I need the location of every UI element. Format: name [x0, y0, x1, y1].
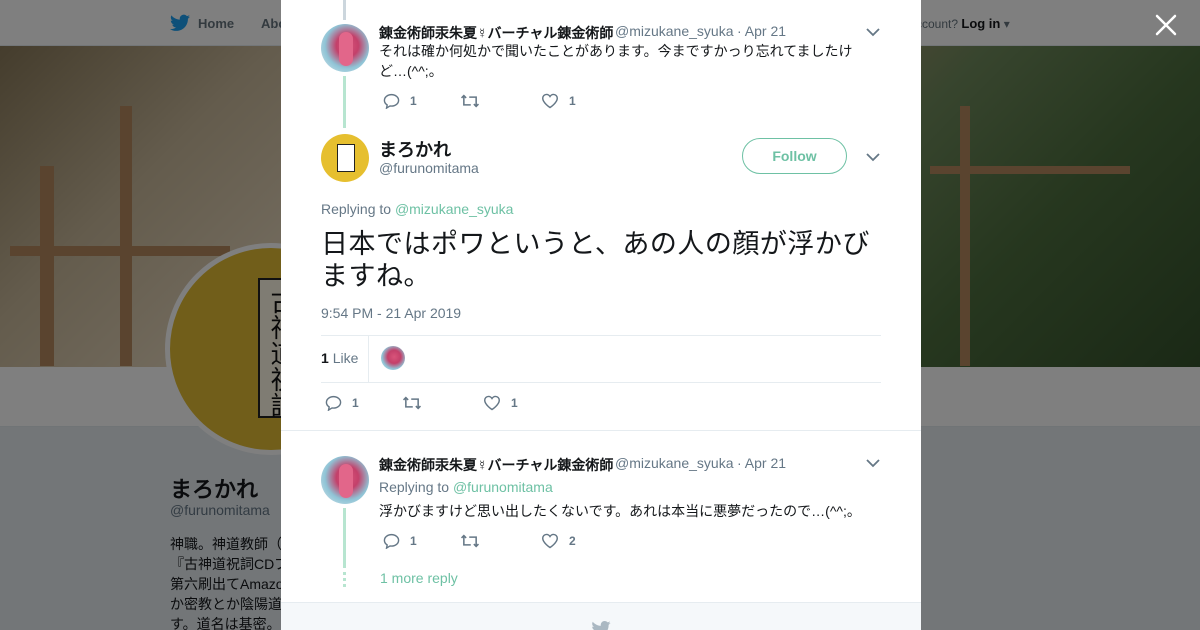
author-handle[interactable]: @furunomitama [379, 160, 479, 176]
tweet-text: それは確か何処かで聞いたことがあります。今まですかっり忘れてましたけど…(^^;… [379, 43, 853, 79]
likes-number: 1 [321, 350, 329, 366]
tweet-timestamp[interactable]: 9:54 PM - 21 Apr 2019 [321, 305, 461, 321]
retweet-icon [402, 396, 422, 410]
like-button[interactable]: 1 [541, 93, 576, 109]
reply-button[interactable]: 1 [383, 533, 417, 549]
chevron-down-icon[interactable] [866, 458, 880, 468]
author-name[interactable]: 錬金術師汞朱夏☿バーチャル錬金術師 [379, 455, 613, 475]
replying-to-link[interactable]: @furunomitama [453, 479, 553, 495]
thread-line [343, 0, 346, 20]
like-count: 1 [511, 396, 518, 410]
retweet-button[interactable] [460, 533, 490, 549]
avatar[interactable] [321, 24, 369, 72]
reply-icon [383, 93, 400, 109]
tweet-text: 日本ではポワというと、あの人の顔が浮かびますね。 [321, 229, 870, 291]
avatar[interactable] [321, 456, 369, 504]
close-icon[interactable] [1153, 12, 1179, 38]
reply-count: 1 [352, 396, 359, 410]
thread-line [343, 508, 346, 568]
liker-avatar[interactable] [381, 346, 405, 370]
tweet-date[interactable]: · Apr 21 [737, 23, 786, 39]
follow-button[interactable]: Follow [742, 138, 847, 174]
book-cover-image [337, 144, 355, 172]
divider [368, 336, 369, 382]
reply-count: 1 [410, 534, 417, 548]
thread-dots [343, 572, 346, 588]
avatar[interactable] [321, 134, 369, 182]
reply-button[interactable]: 1 [383, 93, 417, 109]
replying-to: Replying to @mizukane_syuka [321, 201, 513, 217]
more-replies-link[interactable]: 1 more reply [380, 570, 458, 586]
replying-prefix: Replying to [379, 479, 450, 495]
thread-line [343, 76, 346, 128]
like-button[interactable]: 2 [541, 533, 576, 549]
chevron-down-icon[interactable] [866, 27, 880, 37]
like-count: 2 [569, 534, 576, 548]
reply-icon [383, 533, 400, 549]
chevron-down-icon[interactable] [866, 152, 880, 162]
reply-count: 1 [410, 94, 417, 108]
heart-icon [483, 395, 501, 411]
heart-icon [541, 533, 559, 549]
author-handle[interactable]: @mizukane_syuka [615, 23, 734, 39]
like-count: 1 [569, 94, 576, 108]
likes-label: Like [332, 350, 359, 366]
divider [321, 382, 881, 383]
author-name[interactable]: まろかれ [379, 136, 451, 162]
heart-icon [541, 93, 559, 109]
author-name[interactable]: 錬金術師汞朱夏☿バーチャル錬金術師 [379, 23, 613, 43]
tweet-date[interactable]: · Apr 21 [737, 455, 786, 471]
twitter-bird-icon [592, 621, 611, 630]
author-handle[interactable]: @mizukane_syuka [615, 455, 734, 471]
retweet-button[interactable] [402, 395, 432, 411]
reply-icon [325, 395, 342, 411]
tweet-modal: 錬金術師汞朱夏☿バーチャル錬金術師 @mizukane_syuka · Apr … [281, 0, 921, 630]
retweet-icon [460, 94, 480, 108]
divider [281, 430, 921, 431]
retweet-icon [460, 534, 480, 548]
retweet-button[interactable] [460, 93, 490, 109]
divider [321, 335, 881, 336]
replying-prefix: Replying to [321, 201, 392, 217]
modal-footer [281, 602, 921, 630]
reply-button[interactable]: 1 [325, 395, 359, 411]
likes-summary[interactable]: 1 Like [321, 350, 358, 366]
tweet-text: 浮かびますけど思い出したくないです。あれは本当に悪夢だったので…(^^;。 [379, 503, 861, 519]
like-button[interactable]: 1 [483, 395, 518, 411]
replying-to-link[interactable]: @mizukane_syuka [395, 201, 514, 217]
replying-to: Replying to @furunomitama [379, 479, 553, 495]
